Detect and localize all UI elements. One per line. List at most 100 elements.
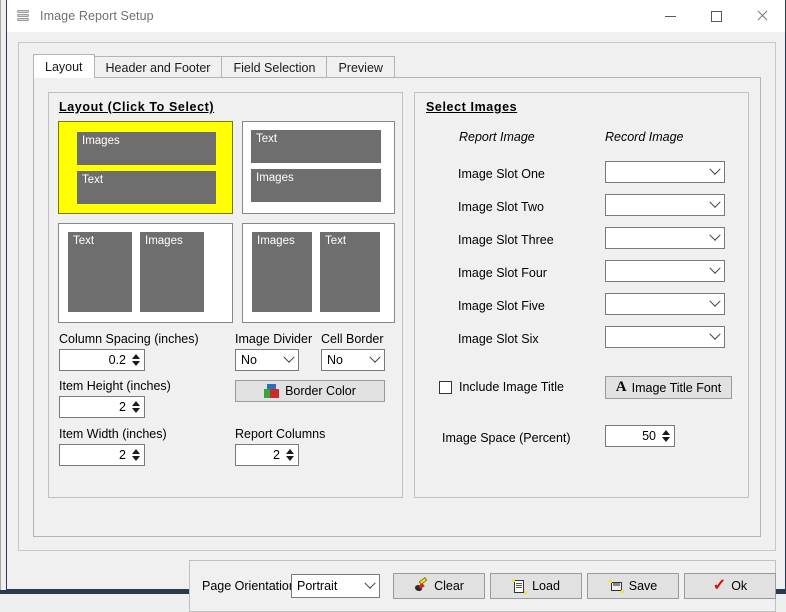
eraser-icon (414, 579, 429, 593)
title-bar: Image Report Setup (7, 0, 785, 32)
tab-page-layout: Layout (Click To Select) Images Text (33, 77, 761, 537)
font-letter-a-icon: A (616, 380, 627, 395)
tab-preview[interactable]: Preview (326, 56, 394, 78)
layout-option-side-images-left[interactable]: Images Text (242, 223, 395, 323)
image-slot-four-combo[interactable] (605, 260, 725, 282)
item-width-spinner[interactable]: 2 (59, 444, 145, 466)
image-slot-five-combo[interactable] (605, 293, 725, 315)
report-columns-value: 2 (236, 448, 285, 462)
main-panel: Layout Header and Footer Field Selection… (18, 42, 776, 551)
layout-block-label: Images (82, 135, 120, 147)
image-divider-combo[interactable]: No (235, 349, 299, 371)
tab-preview-label: Preview (338, 61, 382, 75)
border-color-button[interactable]: Border Color (235, 380, 385, 402)
clear-button-label: Clear (434, 579, 464, 593)
image-title-font-button-label: Image Title Font (632, 381, 722, 395)
spin-up-icon[interactable] (132, 401, 140, 406)
application-window: Image Report Setup Layout Header and Foo… (6, 0, 786, 590)
layout-block-images: Images (251, 169, 381, 202)
include-image-title-checkbox[interactable]: Include Image Title (439, 380, 564, 394)
image-title-font-button[interactable]: A Image Title Font (605, 376, 732, 399)
maximize-icon (711, 11, 722, 22)
layout-block-images: Images (77, 132, 216, 165)
image-slot-one-combo[interactable] (605, 161, 725, 183)
layout-block-label: Images (256, 172, 294, 184)
cell-border-value: No (322, 353, 366, 367)
ok-button[interactable]: ✓ Ok (684, 573, 776, 599)
close-button[interactable] (739, 0, 785, 32)
page-orientation-value: Portrait (292, 579, 361, 593)
bottom-action-bar: Page Orientation Portrait Clear (189, 560, 776, 612)
layout-option-stacked-images-top[interactable]: Images Text (58, 121, 233, 214)
checkmark-icon: ✓ (713, 578, 726, 594)
column-spacing-label: Column Spacing (inches) (59, 332, 199, 346)
report-image-column-header: Report Image (459, 130, 535, 144)
chevron-down-icon (706, 300, 724, 308)
close-icon (756, 10, 768, 22)
item-width-spin-buttons[interactable] (131, 445, 144, 465)
item-height-value: 2 (60, 400, 131, 414)
tab-layout[interactable]: Layout (33, 54, 95, 78)
image-slot-six-label: Image Slot Six (458, 332, 539, 346)
image-slot-three-label: Image Slot Three (458, 233, 554, 247)
cell-border-label: Cell Border (321, 332, 384, 346)
spin-up-icon[interactable] (286, 449, 294, 454)
spin-down-icon[interactable] (662, 437, 670, 442)
image-space-spinner[interactable]: 50 (605, 425, 675, 447)
page-orientation-label: Page Orientation (202, 579, 296, 593)
spin-up-icon[interactable] (132, 354, 140, 359)
column-spacing-spinner[interactable]: 0.2 (59, 349, 145, 371)
maximize-button[interactable] (693, 0, 739, 32)
database-stack-icon (15, 8, 31, 24)
spin-down-icon[interactable] (132, 408, 140, 413)
image-slot-three-combo[interactable] (605, 227, 725, 249)
spin-down-icon[interactable] (132, 361, 140, 366)
tab-field-selection[interactable]: Field Selection (221, 56, 327, 78)
spin-down-icon[interactable] (286, 456, 294, 461)
layout-option-stacked-text-top[interactable]: Text Images (242, 121, 395, 214)
layout-block-label: Text (256, 133, 277, 145)
chevron-down-icon (366, 356, 384, 364)
window-controls (647, 0, 785, 32)
border-color-button-label: Border Color (285, 384, 356, 398)
window-title: Image Report Setup (40, 9, 154, 23)
layout-block-text: Text (77, 171, 216, 204)
report-columns-spin-buttons[interactable] (285, 445, 298, 465)
chevron-down-icon (280, 356, 298, 364)
color-palette-icon (264, 384, 280, 399)
load-button-label: Load (532, 579, 560, 593)
minimize-button[interactable] (647, 0, 693, 32)
column-spacing-spin-buttons[interactable] (131, 350, 144, 370)
ok-button-label: Ok (731, 579, 747, 593)
spin-down-icon[interactable] (132, 456, 140, 461)
image-slot-two-label: Image Slot Two (458, 200, 544, 214)
image-divider-label: Image Divider (235, 332, 312, 346)
layout-block-label: Text (325, 235, 346, 247)
save-button[interactable]: Save (587, 573, 679, 599)
spin-up-icon[interactable] (132, 449, 140, 454)
layout-option-side-text-left[interactable]: Text Images (58, 223, 233, 323)
include-image-title-label: Include Image Title (459, 380, 564, 394)
page-orientation-combo[interactable]: Portrait (291, 574, 380, 598)
tab-layout-label: Layout (45, 60, 83, 74)
image-space-label: Image Space (Percent) (442, 431, 571, 445)
tab-header-and-footer-label: Header and Footer (106, 61, 211, 75)
tab-header-and-footer[interactable]: Header and Footer (94, 56, 223, 78)
layout-group-title: Layout (Click To Select) (59, 100, 214, 114)
item-height-spin-buttons[interactable] (131, 397, 144, 417)
chevron-down-icon (706, 333, 724, 341)
chevron-down-icon (706, 201, 724, 209)
load-button[interactable]: Load (490, 573, 582, 599)
image-slot-six-combo[interactable] (605, 326, 725, 348)
document-open-icon (512, 579, 527, 594)
layout-block-label: Text (82, 174, 103, 186)
image-space-spin-buttons[interactable] (661, 426, 674, 446)
cell-border-combo[interactable]: No (321, 349, 385, 371)
floppy-save-icon (609, 579, 624, 594)
spin-up-icon[interactable] (662, 430, 670, 435)
layout-block-text: Text (251, 130, 381, 163)
report-columns-spinner[interactable]: 2 (235, 444, 299, 466)
item-height-spinner[interactable]: 2 (59, 396, 145, 418)
clear-button[interactable]: Clear (393, 573, 485, 599)
image-slot-two-combo[interactable] (605, 194, 725, 216)
